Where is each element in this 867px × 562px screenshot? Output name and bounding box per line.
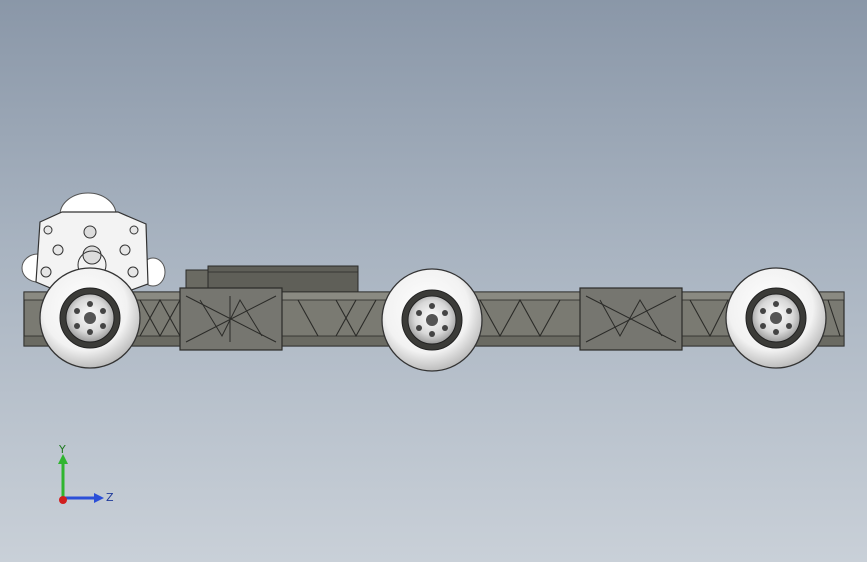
chassis-model[interactable] — [0, 0, 867, 562]
y-axis-label: Y — [58, 443, 66, 456]
x-axis-point — [59, 496, 67, 504]
coordinate-triad[interactable]: Y Z — [48, 440, 128, 520]
cad-3d-viewport[interactable]: Y Z — [0, 0, 867, 562]
wheel-rear — [725, 267, 827, 369]
z-axis-arrowhead — [94, 493, 104, 503]
z-axis-label: Z — [106, 491, 114, 504]
wheel-middle — [381, 268, 483, 372]
wheel-front — [39, 267, 141, 369]
